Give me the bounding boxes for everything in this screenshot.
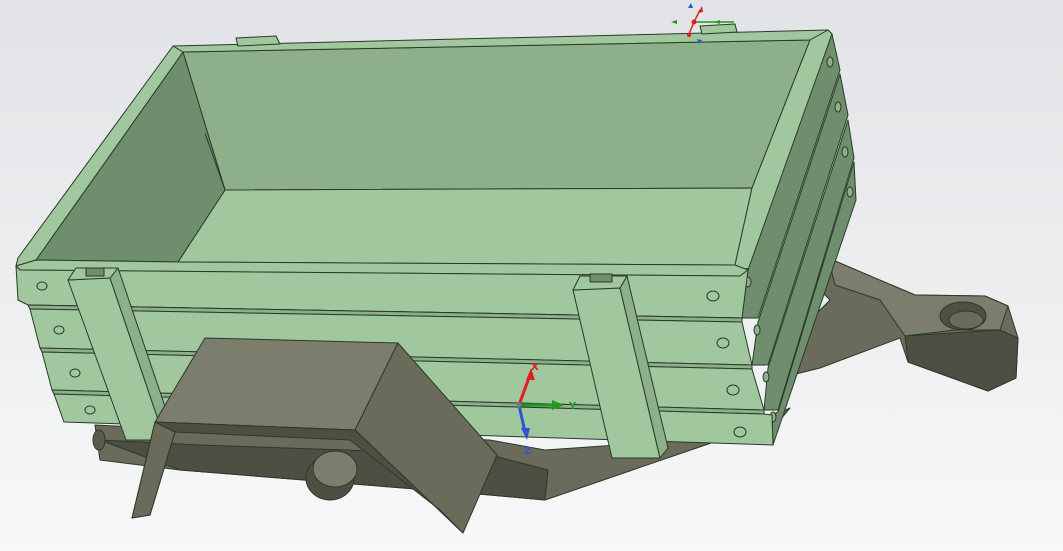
3d-viewport[interactable]: X Y Z bbox=[0, 0, 1063, 551]
rivet bbox=[753, 324, 761, 336]
cad-scene[interactable]: X Y Z bbox=[0, 0, 1063, 551]
rivet bbox=[834, 101, 842, 113]
rivet bbox=[841, 146, 849, 158]
triad-origin bbox=[516, 402, 522, 408]
rivet bbox=[84, 405, 96, 415]
rivet bbox=[706, 290, 720, 302]
rivet bbox=[36, 281, 48, 291]
triad-y-label: Y bbox=[568, 401, 577, 412]
rivet bbox=[716, 337, 730, 349]
stake-left-slot bbox=[85, 267, 105, 277]
rivet bbox=[53, 325, 65, 335]
rivet bbox=[846, 186, 854, 198]
triad-x-label: X bbox=[531, 362, 539, 373]
drawbar-eye-hole-inner bbox=[948, 310, 984, 330]
rivet bbox=[826, 56, 834, 68]
axle-stub-left[interactable] bbox=[92, 429, 106, 451]
stake-right-slot bbox=[589, 273, 613, 283]
rim-lug-right[interactable] bbox=[699, 23, 738, 35]
rivet bbox=[762, 371, 770, 383]
bracket-boss-face[interactable] bbox=[312, 450, 358, 488]
rivet bbox=[69, 368, 81, 378]
triad-z-label: Z bbox=[524, 446, 531, 457]
back-wall-inner[interactable] bbox=[182, 39, 811, 191]
mini-point-2 bbox=[687, 33, 691, 37]
rivet bbox=[733, 426, 747, 438]
mini-origin bbox=[691, 19, 697, 25]
rim-lug-left[interactable] bbox=[235, 35, 281, 47]
rivet bbox=[726, 384, 740, 396]
box-floor[interactable] bbox=[177, 187, 753, 266]
